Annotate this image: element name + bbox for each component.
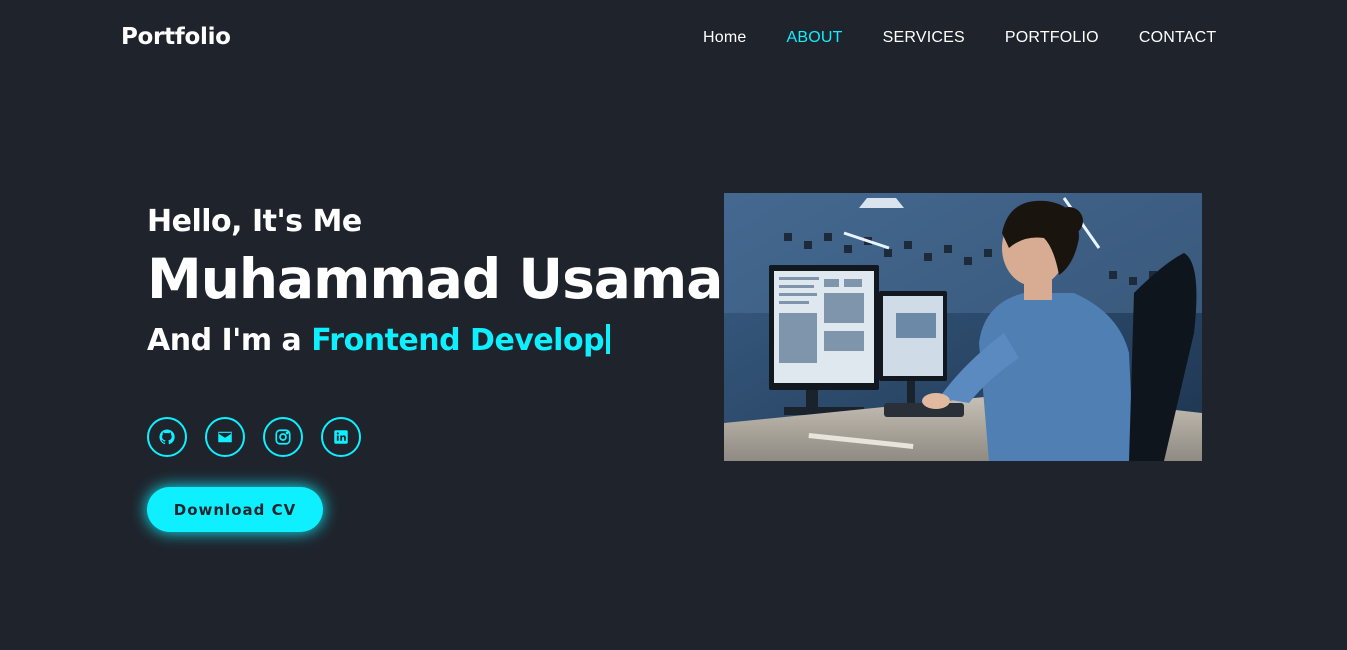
github-link[interactable] bbox=[147, 417, 187, 457]
hero-role: And I'm a Frontend Develop bbox=[147, 323, 611, 358]
mail-icon bbox=[216, 428, 234, 446]
main-nav: Home ABOUT SERVICES PORTFOLIO CONTACT bbox=[703, 29, 1216, 47]
mail-link[interactable] bbox=[205, 417, 245, 457]
hero-name: Muhammad Usama bbox=[147, 247, 723, 311]
hero-greeting: Hello, It's Me bbox=[147, 204, 362, 239]
developer-at-desk-illustration bbox=[724, 193, 1202, 461]
role-prefix: And I'm a bbox=[147, 323, 312, 358]
nav-portfolio[interactable]: PORTFOLIO bbox=[1005, 29, 1099, 47]
nav-about[interactable]: ABOUT bbox=[786, 29, 842, 47]
site-logo[interactable]: Portfolio bbox=[121, 24, 231, 50]
linkedin-link[interactable] bbox=[321, 417, 361, 457]
hero-image bbox=[724, 193, 1202, 461]
instagram-link[interactable] bbox=[263, 417, 303, 457]
nav-services[interactable]: SERVICES bbox=[883, 29, 965, 47]
nav-home[interactable]: Home bbox=[703, 29, 746, 47]
site-header: Portfolio Home ABOUT SERVICES PORTFOLIO … bbox=[0, 0, 1347, 78]
role-typed-text: Frontend Develop bbox=[311, 323, 605, 358]
download-cv-button[interactable]: Download CV bbox=[147, 487, 323, 532]
hero-greeting-wrap: Hello, It's Me bbox=[147, 204, 362, 239]
github-icon bbox=[158, 428, 176, 446]
social-links bbox=[147, 417, 379, 457]
nav-contact[interactable]: CONTACT bbox=[1139, 29, 1217, 47]
instagram-icon bbox=[274, 428, 292, 446]
typing-cursor bbox=[606, 324, 611, 354]
linkedin-icon bbox=[332, 428, 350, 446]
